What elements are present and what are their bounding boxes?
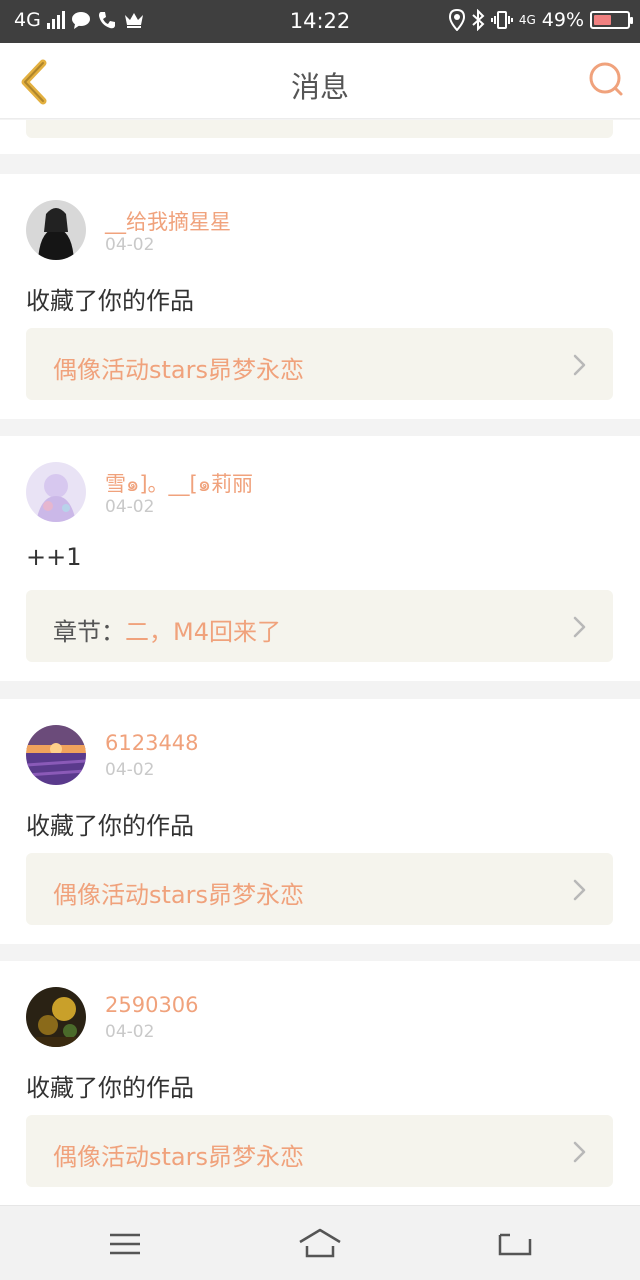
network-type-secondary: 4G xyxy=(518,13,536,27)
message-date: 04-02 xyxy=(105,235,155,255)
work-link[interactable]: 偶像活动stars昴梦永恋 xyxy=(26,1115,613,1187)
message-text: 收藏了你的作品 xyxy=(26,812,194,840)
chevron-right-icon xyxy=(573,354,586,376)
chevron-right-icon xyxy=(573,616,586,638)
return-button[interactable] xyxy=(494,1226,538,1262)
avatar[interactable] xyxy=(26,725,86,785)
message-text: 收藏了你的作品 xyxy=(26,1074,194,1102)
page-title: 消息 xyxy=(290,70,349,104)
app-header: 消息 xyxy=(0,43,640,119)
avatar[interactable] xyxy=(26,462,86,522)
message-card: 6123448 04-02 收藏了你的作品 偶像活动stars昴梦永恋 xyxy=(0,699,640,944)
message-date: 04-02 xyxy=(105,497,155,517)
link-prefix: 章节： xyxy=(53,618,125,646)
search-icon xyxy=(589,62,623,96)
username[interactable]: 6123448 xyxy=(105,731,199,755)
link-title: 偶像活动stars昴梦永恋 xyxy=(53,356,304,384)
battery-percent: 49% xyxy=(541,9,584,31)
message-date: 04-02 xyxy=(105,760,155,780)
menu-icon xyxy=(110,1233,140,1255)
chevron-right-icon xyxy=(573,879,586,901)
message-list[interactable]: __给我摘星星 04-02 收藏了你的作品 偶像活动stars昴梦永恋 雪๑]。… xyxy=(0,120,640,1205)
work-link-label: 偶像活动stars昴梦永恋 xyxy=(53,1137,304,1172)
username[interactable]: __给我摘星星 xyxy=(105,206,231,236)
message-date: 04-02 xyxy=(105,1022,155,1042)
vibrate-icon xyxy=(490,11,513,29)
home-icon xyxy=(299,1228,341,1258)
avatar[interactable] xyxy=(26,200,86,260)
system-nav-bar xyxy=(0,1205,640,1280)
previous-card-link[interactable] xyxy=(26,120,613,138)
message-text: ++1 xyxy=(26,543,82,571)
work-link-label: 偶像活动stars昴梦永恋 xyxy=(53,875,304,910)
battery-icon xyxy=(590,11,633,29)
work-link[interactable]: 偶像活动stars昴梦永恋 xyxy=(26,853,613,925)
username[interactable]: 2590306 xyxy=(105,993,199,1017)
status-bar: 4G 14:22 4G 49% xyxy=(0,0,640,43)
link-title: 偶像活动stars昴梦永恋 xyxy=(53,1143,304,1171)
chevron-right-icon xyxy=(573,1141,586,1163)
message-text: 收藏了你的作品 xyxy=(26,287,194,315)
bluetooth-icon xyxy=(472,9,485,31)
return-icon xyxy=(498,1233,532,1256)
chapter-link-label: 章节：二，M4回来了 xyxy=(53,612,281,647)
link-title: 偶像活动stars昴梦永恋 xyxy=(53,881,304,909)
chapter-link[interactable]: 章节：二，M4回来了 xyxy=(26,590,613,662)
work-link-label: 偶像活动stars昴梦永恋 xyxy=(53,350,304,385)
message-card: 雪๑]。__[๑莉丽 04-02 ++1 章节：二，M4回来了 xyxy=(0,436,640,681)
search-button[interactable] xyxy=(586,59,626,99)
location-icon xyxy=(448,9,465,31)
work-link[interactable]: 偶像活动stars昴梦永恋 xyxy=(26,328,613,400)
message-card: __给我摘星星 04-02 收藏了你的作品 偶像活动stars昴梦永恋 xyxy=(0,174,640,419)
avatar[interactable] xyxy=(26,987,86,1047)
home-button[interactable] xyxy=(298,1226,342,1262)
menu-button[interactable] xyxy=(103,1226,147,1262)
message-card: 2590306 04-02 收藏了你的作品 偶像活动stars昴梦永恋 xyxy=(0,961,640,1205)
status-right: 4G 49% xyxy=(448,9,633,31)
previous-card xyxy=(0,120,640,154)
link-title: 二，M4回来了 xyxy=(125,618,281,646)
